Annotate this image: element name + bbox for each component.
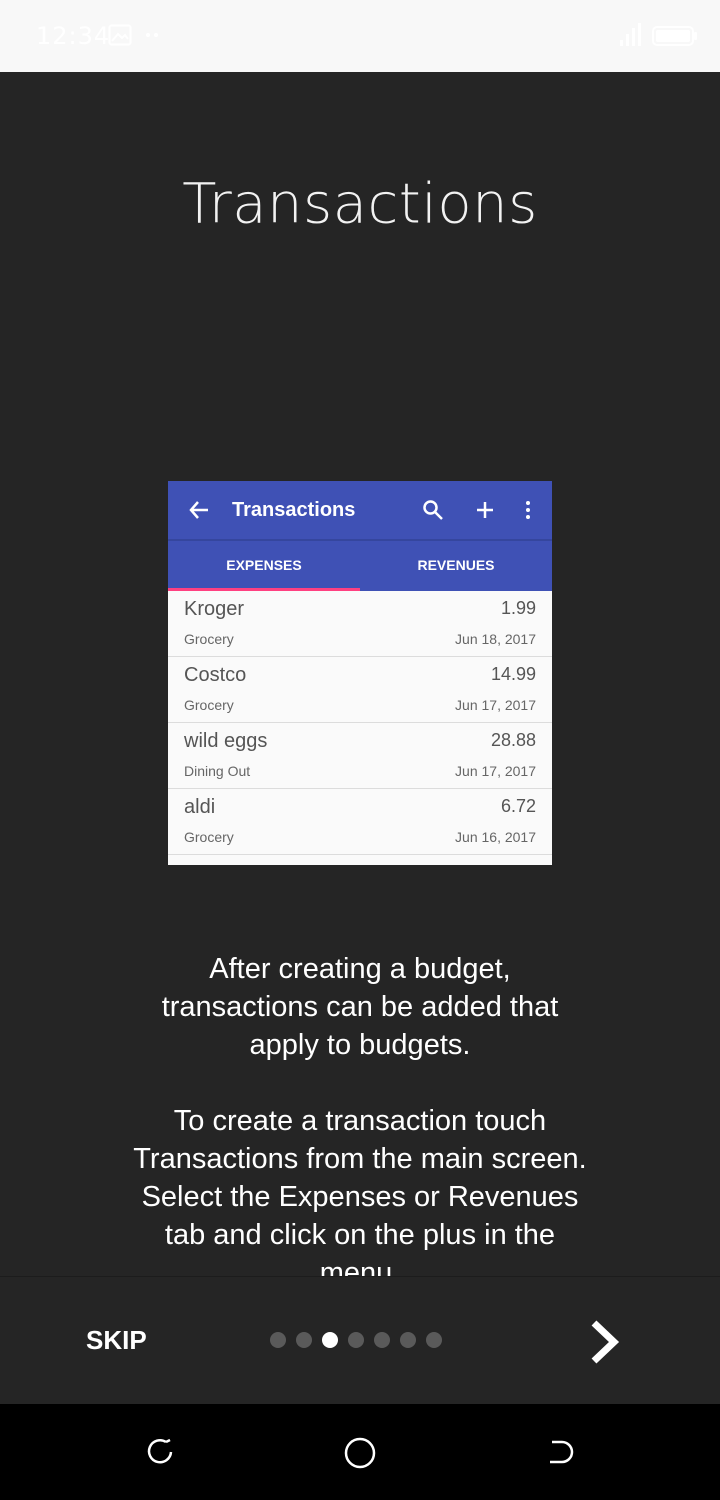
- page-dot-6[interactable]: [400, 1332, 416, 1348]
- transaction-name: wild eggs: [184, 730, 268, 752]
- description-paragraph-1: After creating a budget, transactions ca…: [161, 953, 559, 1061]
- tab-expenses: EXPENSES: [226, 557, 302, 573]
- chevron-right-icon: [582, 1320, 626, 1371]
- search-icon: [422, 499, 444, 526]
- next-button[interactable]: [582, 1317, 626, 1372]
- page-dot-3-active[interactable]: [322, 1332, 338, 1348]
- page-dot-5[interactable]: [374, 1332, 390, 1348]
- home-button[interactable]: [343, 1436, 377, 1475]
- status-bar: 12:34: [0, 0, 720, 72]
- battery-icon: [652, 26, 698, 51]
- transaction-date: Jun 16, 2017: [455, 829, 536, 845]
- page-dot-4[interactable]: [348, 1332, 364, 1348]
- system-nav-bar: [0, 1404, 720, 1500]
- image-icon: [108, 24, 132, 51]
- description-paragraph-2: To create a transaction touch Transactio…: [133, 1105, 587, 1276]
- back-button[interactable]: [544, 1436, 576, 1473]
- transaction-name: Kroger: [184, 598, 245, 620]
- transaction-category: Grocery: [184, 829, 234, 845]
- transaction-name: aldi: [184, 796, 216, 818]
- preview-app-bar-title: Transactions: [232, 499, 356, 521]
- skip-button[interactable]: SKIP: [86, 1325, 147, 1356]
- preview-tabs: EXPENSES REVENUES: [168, 539, 552, 591]
- signal-icon: [618, 22, 644, 53]
- transaction-category: Grocery: [184, 631, 234, 647]
- transaction-list: Kroger 1.99 Grocery Jun 18, 2017 Costco …: [168, 591, 552, 855]
- page-dot-1[interactable]: [270, 1332, 286, 1348]
- transaction-date: Jun 18, 2017: [455, 631, 536, 647]
- transaction-amount: 28.88: [490, 730, 536, 750]
- list-item: Kroger 1.99 Grocery Jun 18, 2017: [168, 591, 552, 657]
- transaction-category: Dining Out: [184, 763, 251, 779]
- transactions-preview-image: Transactions EXPENSES REVENUES Kroger 1.…: [168, 481, 552, 865]
- intro-nav-bar: SKIP: [0, 1276, 720, 1405]
- recents-button[interactable]: [144, 1436, 176, 1473]
- back-arrow-icon: [188, 499, 210, 526]
- status-time: 12:34: [36, 22, 111, 50]
- preview-app-bar: Transactions: [168, 481, 552, 539]
- page-dot-2[interactable]: [296, 1332, 312, 1348]
- page-title: Transactions: [182, 172, 538, 237]
- transaction-name: Costco: [184, 664, 247, 686]
- transaction-date: Jun 17, 2017: [455, 763, 536, 779]
- transaction-amount: 14.99: [490, 664, 536, 684]
- transaction-category: Grocery: [184, 697, 234, 713]
- transaction-amount: 1.99: [500, 598, 536, 618]
- more-horizontal-icon: [144, 22, 164, 52]
- transaction-date: Jun 17, 2017: [455, 697, 536, 713]
- list-item: Costco 14.99 Grocery Jun 17, 2017: [168, 657, 552, 723]
- page-dot-7[interactable]: [426, 1332, 442, 1348]
- add-icon: [474, 499, 496, 526]
- tab-revenues: REVENUES: [417, 557, 495, 573]
- transaction-amount: 6.72: [500, 796, 536, 816]
- list-item: aldi 6.72 Grocery Jun 16, 2017: [168, 789, 552, 855]
- more-vertical-icon: [522, 499, 534, 526]
- list-item: wild eggs 28.88 Dining Out Jun 17, 2017: [168, 723, 552, 789]
- description-text[interactable]: After creating a budget, transactions ca…: [130, 950, 590, 1276]
